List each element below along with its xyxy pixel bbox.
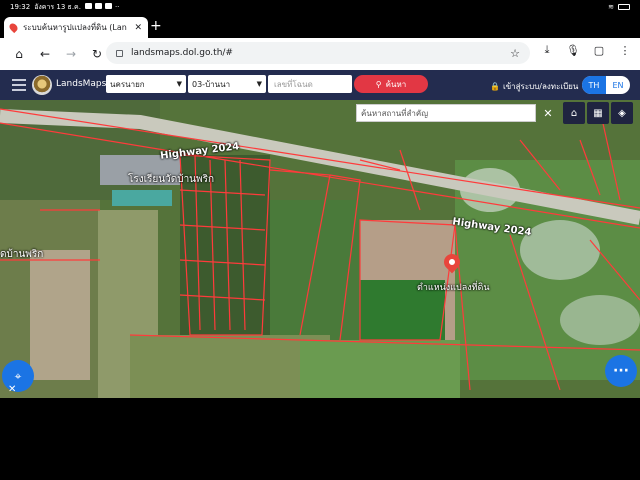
amphoe-select[interactable]: 03-บ้านนา ▼: [188, 75, 266, 93]
location-button[interactable]: ⌖: [2, 360, 34, 392]
school-label: โรงเรียนวัดบ้านพริก: [128, 174, 215, 185]
home-icon[interactable]: ⌂: [563, 102, 585, 124]
grid-icon[interactable]: ▦: [587, 102, 609, 124]
status-date: อังคาร 13 ธ.ค.: [34, 2, 81, 11]
chevron-down-icon: ▼: [176, 80, 182, 88]
more-icon: ··: [114, 3, 120, 11]
status-time: 19:32: [10, 3, 31, 11]
more-options-button[interactable]: ···: [605, 355, 637, 387]
satellite-map[interactable]: ค้นหาสถานที่สำคัญ ✕ ⌂ ▦ ◈ Highway 2024 H…: [0, 100, 640, 398]
address-bar[interactable]: landsmaps.dol.go.th/# ☆: [106, 42, 530, 64]
brand-title: LandsMaps: [56, 79, 107, 89]
home-button[interactable]: ⌂: [8, 43, 30, 65]
back-button[interactable]: ←: [34, 43, 56, 65]
new-tab-button[interactable]: +: [150, 18, 162, 34]
lock-icon: [116, 49, 123, 57]
lock-icon: 🔒: [490, 82, 500, 91]
search-icon: ⚲: [375, 79, 382, 89]
tab-close-button[interactable]: ✕: [134, 23, 142, 33]
province-select[interactable]: นครนายก ▼: [106, 75, 186, 93]
marker-label: ตำแหน่งแปลงที่ดิน: [417, 283, 490, 293]
lang-th-button[interactable]: TH: [582, 76, 606, 94]
close-icon[interactable]: ✕: [540, 104, 556, 122]
tab-title: ระบบค้นหารูปแปลงที่ดิน (Lan: [23, 23, 127, 32]
login-link[interactable]: 🔒 เข้าสู่ระบบ/ลงทะเบียน: [490, 80, 578, 93]
browser-toolbar: ⌂ ← → ↻ landsmaps.dol.go.th/# ☆ ⤓ 🎙 ▢ ⋮: [0, 38, 640, 70]
download-icon[interactable]: ⤓: [538, 43, 556, 57]
reload-button[interactable]: ↻: [86, 43, 108, 65]
map-toolbar: ⌂ ▦ ◈: [563, 102, 633, 124]
parcel-number-placeholder: เลขที่โฉนด: [274, 79, 313, 89]
language-toggle: TH EN: [582, 76, 630, 94]
search-button-label: ค้นหา: [385, 79, 407, 89]
browser-tab[interactable]: ระบบค้นหารูปแปลงที่ดิน (Lan ✕: [4, 17, 148, 38]
lang-en-button[interactable]: EN: [606, 76, 630, 94]
gallery-icon: [94, 3, 102, 9]
layers-icon[interactable]: ◈: [611, 102, 633, 124]
battery-icon: [618, 4, 630, 10]
search-button[interactable]: ⚲ ค้นหา: [354, 75, 428, 93]
site-header: LandsMaps นครนายก ▼ 03-บ้านนา ▼ เลขที่โฉ…: [0, 70, 640, 100]
menu-icon[interactable]: ⋮: [616, 44, 634, 57]
landmark-search-placeholder: ค้นหาสถานที่สำคัญ: [361, 108, 429, 118]
url-text: landsmaps.dol.go.th/#: [131, 48, 233, 58]
facebook-icon: [84, 3, 92, 9]
wifi-icon: ≋: [608, 3, 614, 11]
map-pin-icon: [7, 21, 20, 34]
dol-logo: [32, 75, 52, 95]
bookmark-star-icon[interactable]: ☆: [510, 47, 520, 60]
close-icon[interactable]: ✕: [8, 384, 16, 395]
status-bar: 19:32 อังคาร 13 ธ.ค. ·· ≋: [0, 0, 640, 14]
tab-count-icon[interactable]: ▢: [590, 44, 608, 57]
province-select-value: นครนายก: [110, 79, 145, 89]
village-label: ดบ้านพริก: [0, 249, 44, 260]
forward-button[interactable]: →: [60, 43, 82, 65]
chevron-down-icon: ▼: [256, 80, 262, 88]
map-imagery: [0, 100, 640, 398]
landmark-search-input[interactable]: ค้นหาสถานที่สำคัญ: [356, 104, 536, 122]
amphoe-select-value: 03-บ้านนา: [192, 79, 231, 89]
login-label: เข้าสู่ระบบ/ลงทะเบียน: [502, 82, 579, 91]
tab-strip: ระบบค้นหารูปแปลงที่ดิน (Lan ✕ +: [0, 14, 640, 38]
youtube-icon: [104, 3, 112, 9]
hamburger-menu-icon[interactable]: [12, 79, 26, 94]
parcel-number-input[interactable]: เลขที่โฉนด: [268, 75, 352, 93]
microphone-icon[interactable]: 🎙: [564, 44, 582, 57]
